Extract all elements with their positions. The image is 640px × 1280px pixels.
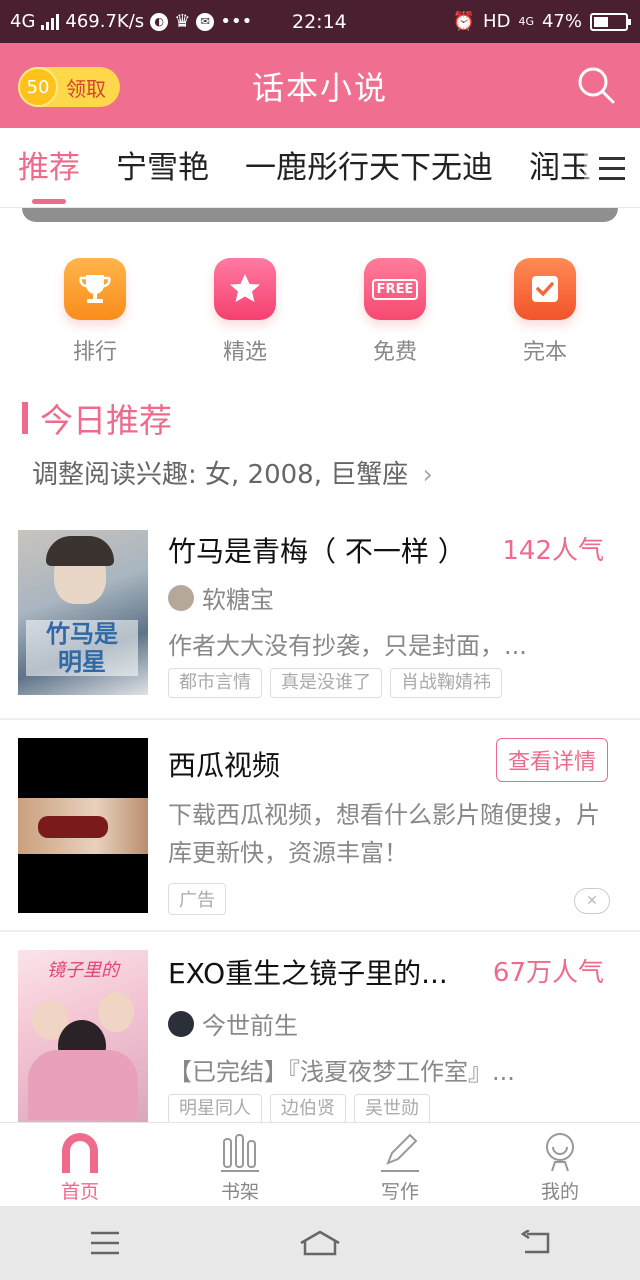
claim-label: 领取 xyxy=(66,76,106,101)
ad-label: 广告 xyxy=(168,883,226,915)
home-outline-icon[interactable] xyxy=(299,1229,341,1257)
avatar xyxy=(168,584,194,611)
nav-write[interactable]: 写作 xyxy=(320,1123,480,1206)
back-icon[interactable] xyxy=(519,1230,551,1256)
book-title: EXO重生之镜子里的... xyxy=(168,957,448,990)
tab-yilu[interactable]: 一鹿彤行天下无迪 xyxy=(227,128,511,207)
signal-group: 4G 469.7K/s ◐ ♛ ✉ ••• xyxy=(10,11,252,32)
close-icon[interactable]: ✕ xyxy=(574,888,610,914)
bookshelf-icon xyxy=(221,1134,259,1172)
book-tags: 都市言情 真是没谁了 肖战鞠婧祎 xyxy=(168,668,502,698)
view-details-button[interactable]: 查看详情 xyxy=(496,738,608,782)
author-name: 软糖宝 xyxy=(202,586,274,614)
ad-title: 西瓜视频 xyxy=(168,749,281,782)
nav-profile-label: 我的 xyxy=(540,1181,579,1203)
book-item[interactable]: 竹马是 明星 竹马是青梅（ 不一样 ） 142人气 软糖宝 作者大大没有抄袭，只是… xyxy=(0,520,640,718)
book-cover: 镜子里的 xyxy=(18,950,148,1122)
quick-free-label: 免费 xyxy=(372,340,417,365)
category-tabs: 推荐 宁雪艳 一鹿彤行天下无迪 润玉 xyxy=(0,128,640,208)
nav-bookshelf-label: 书架 xyxy=(220,1181,259,1203)
tag[interactable]: 明星同人 xyxy=(168,1094,262,1122)
nav-home[interactable]: 首页 xyxy=(0,1123,160,1206)
alarm-icon: ⏰ xyxy=(452,11,476,32)
pen-icon xyxy=(381,1133,419,1172)
book-cover: 竹马是 明星 xyxy=(18,530,148,695)
network-type: 4G xyxy=(10,11,36,32)
chevron-right-icon: › xyxy=(422,460,433,490)
tab-recommend[interactable]: 推荐 xyxy=(0,128,98,207)
quick-complete[interactable]: 完本 xyxy=(470,258,620,368)
status-right: ⏰ HD 4G 47% xyxy=(452,11,631,32)
quick-complete-label: 完本 xyxy=(522,340,567,365)
network-speed: 469.7K/s xyxy=(65,11,145,32)
profile-icon xyxy=(546,1133,574,1172)
book-author: 软糖宝 xyxy=(168,580,274,615)
net2-indicator: 4G xyxy=(518,15,534,28)
bottom-nav: 首页 书架 写作 我的 xyxy=(0,1122,640,1206)
book-desc: 【已完结】『浅夏夜梦工作室』... xyxy=(168,1058,515,1086)
free-badge: FREE xyxy=(371,278,419,300)
tabs-menu-icon[interactable] xyxy=(584,128,640,207)
status-bar: 4G 469.7K/s ◐ ♛ ✉ ••• 22:14 ⏰ HD 4G 47% xyxy=(0,0,640,43)
book-author: 今世前生 xyxy=(168,1006,298,1041)
nav-home-label: 首页 xyxy=(60,1181,99,1203)
ad-desc: 下载西瓜视频，想看什么影片随便搜，片库更新快，资源丰富！ xyxy=(168,801,600,867)
menu-icon[interactable] xyxy=(89,1230,121,1256)
nav-write-label: 写作 xyxy=(380,1181,419,1203)
book-popularity: 142人气 xyxy=(502,536,604,566)
star-icon xyxy=(214,258,276,320)
nav-bookshelf[interactable]: 书架 xyxy=(160,1123,320,1206)
trophy-icon xyxy=(64,258,126,320)
home-icon xyxy=(62,1133,98,1173)
hd-indicator: HD xyxy=(483,11,511,32)
claim-coins-button[interactable]: 50 领取 xyxy=(18,67,120,107)
app-header: 50 领取 话本小说 xyxy=(0,43,640,128)
mail-icon: ✉ xyxy=(196,12,215,31)
crown-icon: ♛ xyxy=(174,11,191,32)
book-popularity: 67万人气 xyxy=(492,958,604,988)
section-header: 今日推荐 xyxy=(22,394,172,442)
app-title: 话本小说 xyxy=(251,68,388,107)
browser-icon: ◐ xyxy=(150,12,169,31)
coin-count: 50 xyxy=(18,67,58,107)
section-accent-bar xyxy=(22,402,28,434)
interest-text: 调整阅读兴趣: 女, 2008, 巨蟹座 xyxy=(32,460,409,490)
tag[interactable]: 真是没谁了 xyxy=(270,668,382,698)
tag[interactable]: 边伯贤 xyxy=(270,1094,346,1122)
quick-featured-label: 精选 xyxy=(222,340,267,365)
quick-featured[interactable]: 精选 xyxy=(170,258,320,368)
quick-rank-label: 排行 xyxy=(72,340,117,365)
tag[interactable]: 吴世勋 xyxy=(354,1094,430,1122)
quick-links: 排行 精选 FREE 免费 完本 xyxy=(0,258,640,368)
tag[interactable]: 肖战鞠婧祎 xyxy=(390,668,502,698)
book-desc: 作者大大没有抄袭，只是封面，... xyxy=(168,632,527,660)
ad-thumbnail xyxy=(18,738,148,913)
check-icon xyxy=(514,258,576,320)
book-title: 竹马是青梅（ 不一样 ） xyxy=(168,535,466,568)
search-icon[interactable] xyxy=(576,65,616,105)
adjust-interest-link[interactable]: 调整阅读兴趣: 女, 2008, 巨蟹座 › xyxy=(32,454,433,491)
clock: 22:14 xyxy=(292,10,347,33)
signal-icon xyxy=(41,13,60,30)
book-item[interactable]: 镜子里的 EXO重生之镜子里的... 67万人气 今世前生 【已完结】『浅夏夜梦… xyxy=(0,940,640,1122)
section-title: 今日推荐 xyxy=(40,401,172,440)
system-nav-bar xyxy=(0,1206,640,1280)
quick-rank[interactable]: 排行 xyxy=(20,258,170,368)
quick-free[interactable]: FREE 免费 xyxy=(320,258,470,368)
free-icon: FREE xyxy=(364,258,426,320)
banner-carousel[interactable] xyxy=(22,208,618,222)
battery-percent: 47% xyxy=(541,11,582,32)
author-name: 今世前生 xyxy=(202,1012,298,1040)
battery-icon xyxy=(590,12,631,31)
more-icon: ••• xyxy=(220,11,253,32)
tab-ning-xueyan[interactable]: 宁雪艳 xyxy=(98,128,227,207)
nav-profile[interactable]: 我的 xyxy=(480,1123,640,1206)
avatar xyxy=(168,1010,194,1037)
tag[interactable]: 都市言情 xyxy=(168,668,262,698)
book-tags: 明星同人 边伯贤 吴世勋 xyxy=(168,1094,430,1122)
divider xyxy=(0,930,640,932)
